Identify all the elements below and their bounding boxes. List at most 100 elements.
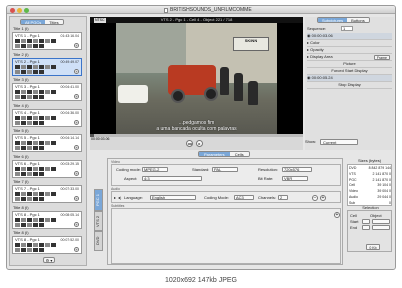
timeline-scrubber[interactable]: [90, 134, 303, 137]
start-field[interactable]: [362, 219, 370, 224]
video-coding-mode-label: Coding mode:: [116, 167, 141, 172]
title-item[interactable]: Title 2 (I) VTS 2 - Pgc 1 00:49:49.07 +: [12, 52, 82, 78]
pgc-item[interactable]: VTS 6 - Pgc 1 00:03:29.15 +: [12, 159, 82, 178]
play-icon[interactable]: ▸: [196, 140, 203, 147]
add-audio-button[interactable]: +: [320, 194, 326, 201]
title-item[interactable]: Title 1 (I) VTS 1 - Pgc 1 01:43:16.04 +: [12, 27, 82, 52]
video-preview[interactable]: VTS 2 - Pgc 1 - Cell 4 - Object 221 / 71…: [90, 17, 303, 134]
tab-parameters[interactable]: Parameters: [199, 152, 230, 156]
thumbnail-strip: [15, 192, 65, 196]
add-cell-button[interactable]: +: [74, 247, 79, 252]
bitrate-select[interactable]: VBR: [282, 176, 308, 181]
remove-audio-button[interactable]: −: [312, 194, 318, 201]
subpicture-command[interactable]: ▸ Display Area Frame: [307, 54, 392, 61]
audio-coding-mode-select[interactable]: AC3: [234, 195, 254, 200]
size-row: Audio 29 044 0: [349, 195, 392, 200]
add-cell-button[interactable]: +: [74, 119, 79, 125]
end-field[interactable]: [362, 225, 370, 230]
tab-vts[interactable]: VTS 2: [94, 211, 103, 231]
add-cell-button[interactable]: +: [74, 170, 79, 176]
title-item[interactable]: Title 6 (I) VTS 6 - Pgc 1 00:03:29.15 +: [12, 154, 82, 180]
add-cell-button[interactable]: +: [74, 196, 79, 201]
tab-pgc[interactable]: PGC 1: [94, 189, 103, 211]
show-select[interactable]: Current: [320, 139, 358, 145]
title-item[interactable]: Title 8 (I) VTS 8 - Pgc 1 00:08:05.14 +: [12, 205, 82, 231]
right-segmented-control: Subpictures Buttons: [317, 17, 370, 23]
pgc-item[interactable]: VTS 1 - Pgc 1 01:43:16.04 +: [12, 32, 82, 50]
title-item[interactable]: Title 3 (I) VTS 3 - Pgc 1 00:04:41.00 +: [12, 77, 82, 103]
subpicture-command[interactable]: Stop Display: [307, 82, 392, 89]
sizes-table: DVD 8 842 879 144 VTS 2 141 870 0 PGC 2 141 8…: [347, 164, 392, 206]
subpicture-command[interactable]: ▸ Opacity: [307, 47, 392, 54]
command-label: Display Area: [310, 54, 333, 59]
pgc-item[interactable]: VTS 8 - Pgc 1 00:07:52.00 +: [12, 236, 82, 254]
pgc-duration: 00:07:52.00: [60, 238, 80, 242]
show-label: Show:: [305, 139, 317, 144]
pgc-item[interactable]: VTS 8 - Pgc 1 00:08:05.14 +: [12, 210, 82, 229]
title-item[interactable]: Title 8 (I) VTS 8 - Pgc 1 00:07:52.00 +: [12, 230, 82, 255]
title-label: Title 5 (I): [13, 128, 29, 133]
add-cell-button[interactable]: +: [74, 43, 79, 48]
audio-coding-mode-label: Coding Mode:: [204, 195, 229, 200]
pgc-item[interactable]: VTS 5 - Pgc 1 00:04:14.14 +: [12, 134, 82, 152]
size-row: Video 39 004 0: [349, 189, 392, 194]
title-item[interactable]: Title 4 (I) VTS 4 - Pgc 1 00:04:36.00 +: [12, 103, 82, 129]
start-object-field[interactable]: [372, 219, 390, 224]
title-label: Title 3 (I): [13, 77, 29, 82]
subpicture-command[interactable]: Picture: [307, 61, 392, 68]
tab-dvd[interactable]: DVD: [94, 231, 103, 251]
end-object-field[interactable]: [372, 225, 390, 230]
sizes-header: Sizes (bytes): [357, 158, 382, 163]
pgc-name: VTS 8 - Pgc 1: [15, 237, 40, 242]
gear-icon[interactable]: ⚙ ▾: [43, 257, 55, 263]
step-back-icon[interactable]: ◂◂: [186, 140, 193, 147]
timestamp-header[interactable]: ◉ 00:00:03.06: [307, 33, 392, 40]
left-segmented-control: All PGCs Titles: [20, 19, 64, 25]
tab-buttons[interactable]: Buttons: [347, 18, 369, 22]
size-name: Video: [349, 189, 358, 194]
standard-select[interactable]: PAL: [212, 167, 238, 172]
title-item[interactable]: Title 7 (I) VTS 7 - Pgc 1 00:07:33.00 +: [12, 179, 82, 205]
pgc-item[interactable]: VTS 4 - Pgc 1 00:04:36.00 +: [12, 108, 82, 127]
audio-disclosure-icon[interactable]: ▸: [114, 195, 116, 200]
resolution-select[interactable]: 720x576: [282, 167, 312, 172]
add-cell-button[interactable]: +: [74, 68, 79, 74]
thumbnail-strip: [15, 248, 65, 252]
timestamp-header[interactable]: ◉ 00:00:05.24: [307, 75, 392, 82]
frame-button[interactable]: Frame: [373, 54, 390, 60]
title-label: Title 8 (I): [13, 230, 29, 235]
title-item[interactable]: Title 5 (I) VTS 5 - Pgc 1 00:04:14.14 +: [12, 128, 82, 154]
command-label: Color: [310, 40, 320, 45]
bitrate-label: Bit Rate:: [258, 176, 274, 181]
subpicture-command[interactable]: Forced Start Display: [307, 68, 392, 75]
tab-titles[interactable]: Titles: [45, 20, 63, 24]
info-panel: Sizes (bytes) DVD 8 842 879 144 VTS 2 141 8…: [345, 158, 394, 265]
sequence-stepper[interactable]: 1: [341, 26, 353, 31]
zoom-icon[interactable]: [24, 7, 29, 13]
add-cell-button[interactable]: +: [74, 145, 79, 150]
close-icon[interactable]: [10, 7, 15, 13]
tab-cells[interactable]: Cells: [229, 152, 249, 156]
add-cell-button[interactable]: +: [74, 221, 79, 227]
pgc-item[interactable]: VTS 2 - Pgc 1 00:49:49.07 +: [12, 57, 82, 76]
pgc-item[interactable]: VTS 3 - Pgc 1 00:04:41.00 +: [12, 83, 82, 101]
add-cell-button[interactable]: +: [74, 94, 79, 99]
language-select[interactable]: English: [150, 195, 196, 200]
start-label: Start: [350, 219, 359, 224]
minimize-icon[interactable]: [17, 7, 22, 13]
command-label: 00:00:05.24: [311, 75, 333, 80]
tab-all-pgcs[interactable]: All PGCs: [21, 20, 46, 24]
tab-subpictures[interactable]: Subpictures: [318, 18, 348, 22]
aspect-select[interactable]: 4:3: [142, 176, 202, 181]
add-subtitle-button[interactable]: +: [334, 212, 340, 218]
pgc-item[interactable]: VTS 7 - Pgc 1 00:07:33.00 +: [12, 185, 82, 203]
pgc-name: VTS 6 - Pgc 1: [15, 160, 40, 166]
video-coding-mode-select[interactable]: MPEG-2: [142, 167, 168, 172]
timecode-display: 00:00:03.06: [91, 137, 110, 141]
shop-sign: SKINN: [233, 37, 269, 51]
subpicture-command[interactable]: ▸ Color: [307, 40, 392, 47]
title-list[interactable]: Title 1 (I) VTS 1 - Pgc 1 01:43:16.04 + Titl…: [12, 27, 84, 255]
channels-select[interactable]: 2: [278, 195, 288, 200]
thumbnail-strip: [15, 171, 65, 176]
video-frame-image: SKINN ...pedgamos fim a uma bancada ocul…: [116, 23, 277, 134]
